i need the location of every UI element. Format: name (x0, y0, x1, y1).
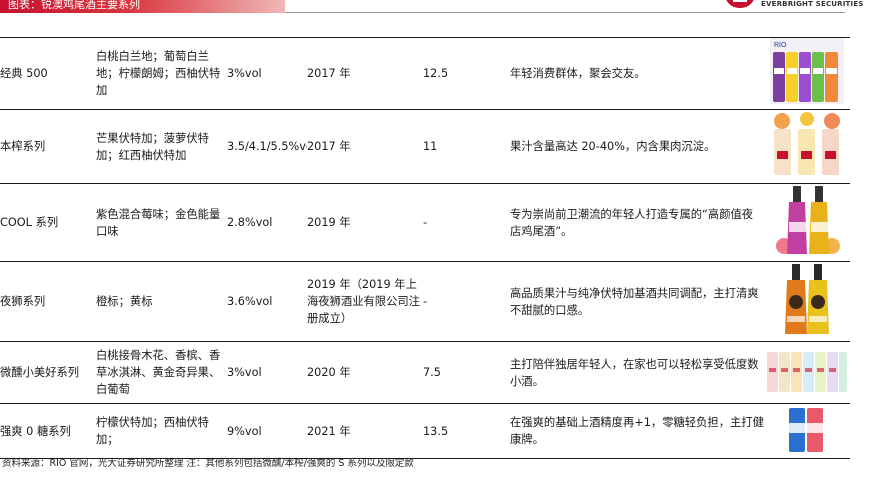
series-name: 夜狮系列 (0, 261, 96, 342)
series-launch-year: 2017 年 (307, 109, 423, 184)
series-launch-year: 2017 年 (307, 37, 423, 110)
series-flavor: 芒果伏特加；菠萝伏特加；红西柚伏特加 (96, 109, 227, 184)
rio-classic-cans-photo: RIO (770, 38, 844, 110)
rio-yeshi-bottles-photo (770, 262, 844, 342)
everbright-logo-text: EVERBRIGHT SECURITIES (761, 0, 864, 8)
series-launch-year: 2020 年 (307, 341, 423, 404)
rio-weixun-cans-photo (766, 346, 848, 399)
series-name: COOL 系列 (0, 183, 96, 262)
series-description: 年轻消费群体，聚会交友。 (510, 37, 764, 110)
table-row: 微醺小美好系列 白桃接骨木花、香槟、香草冰淇淋、黄金奇异果、白葡萄 3%vol … (0, 341, 850, 404)
series-name: 经典 500 (0, 37, 96, 110)
product-image-cell (764, 109, 850, 184)
table-row: 强爽 0 糖系列 柠檬伏特加；西柚伏特加； 9%vol 2021 年 13.5 … (0, 403, 850, 459)
table-row: 夜狮系列 橙标；黄标 3.6%vol 2019 年（2019 年上海夜狮酒业有限… (0, 261, 850, 342)
series-price: 12.5 (423, 37, 510, 110)
product-series-table: 经典 500 白桃白兰地；葡萄白兰地；柠檬朗姆；西柚伏特加 3%vol 2017… (0, 37, 850, 459)
series-price: - (423, 183, 510, 262)
table-row: 本榨系列 芒果伏特加；菠萝伏特加；红西柚伏特加 3.5/4.1/5.5%vol … (0, 109, 850, 184)
series-flavor: 橙标；黄标 (96, 261, 227, 342)
everbright-logo: EVERBRIGHT SECURITIES (725, 0, 863, 11)
series-abv: 3%vol (227, 37, 307, 110)
series-description: 高品质果汁与纯净伏特加基酒共同调配，主打清爽不甜腻的口感。 (510, 261, 764, 342)
series-launch-year: 2021 年 (307, 403, 423, 459)
rio-benzha-cans-photo (770, 111, 844, 182)
series-abv: 3.6%vol (227, 261, 307, 342)
header-rule (285, 12, 845, 13)
series-abv: 3.5/4.1/5.5%vol (227, 109, 307, 184)
series-name: 本榨系列 (0, 109, 96, 184)
product-image-cell: RIO (764, 37, 850, 110)
product-image-cell (764, 261, 850, 342)
series-description: 专为崇尚前卫潮流的年轻人打造专属的“高颜值夜店鸡尾酒”。 (510, 183, 764, 262)
series-price: - (423, 261, 510, 342)
series-launch-year: 2019 年 (307, 183, 423, 262)
table-row: 经典 500 白桃白兰地；葡萄白兰地；柠檬朗姆；西柚伏特加 3%vol 2017… (0, 37, 850, 110)
everbright-logo-icon (725, 0, 755, 8)
header-band: 图表：锐澳鸡尾酒主要系列 (0, 0, 285, 13)
series-abv: 3%vol (227, 341, 307, 404)
table-row: COOL 系列 紫色混合莓味；金色能量口味 2.8%vol 2019 年 - 专… (0, 183, 850, 262)
series-abv: 9%vol (227, 403, 307, 459)
series-name: 强爽 0 糖系列 (0, 403, 96, 459)
series-price: 11 (423, 109, 510, 184)
series-name: 微醺小美好系列 (0, 341, 96, 404)
series-flavor: 白桃白兰地；葡萄白兰地；柠檬朗姆；西柚伏特加 (96, 37, 227, 110)
product-image-cell (764, 403, 850, 459)
product-image-cell (764, 341, 850, 404)
series-description: 在强爽的基础上酒精度再+1，零糖轻负担，主打健康牌。 (510, 403, 764, 459)
series-flavor: 白桃接骨木花、香槟、香草冰淇淋、黄金奇异果、白葡萄 (96, 341, 227, 404)
source-note: 资料来源：RIO 官网，光大证券研究所整理 注：其他系列包括微醺/本榨/强爽的 … (2, 458, 414, 469)
series-description: 果汁含量高达 20-40%，内含果肉沉淀。 (510, 109, 764, 184)
series-abv: 2.8%vol (227, 183, 307, 262)
series-flavor: 柠檬伏特加；西柚伏特加； (96, 403, 227, 459)
svg-text:RIO: RIO (774, 42, 787, 49)
series-launch-year: 2019 年（2019 年上海夜狮酒业有限公司注册成立） (307, 261, 423, 342)
product-image-cell (764, 183, 850, 262)
series-price: 13.5 (423, 403, 510, 459)
series-price: 7.5 (423, 341, 510, 404)
rio-cool-bottles-photo (770, 184, 844, 262)
rio-qiangshuang-cans-photo (777, 404, 837, 458)
report-figure-title: 图表：锐澳鸡尾酒主要系列 (8, 0, 140, 11)
series-description: 主打陪伴独居年轻人，在家也可以轻松享受低度数小酒。 (510, 341, 764, 404)
series-flavor: 紫色混合莓味；金色能量口味 (96, 183, 227, 262)
